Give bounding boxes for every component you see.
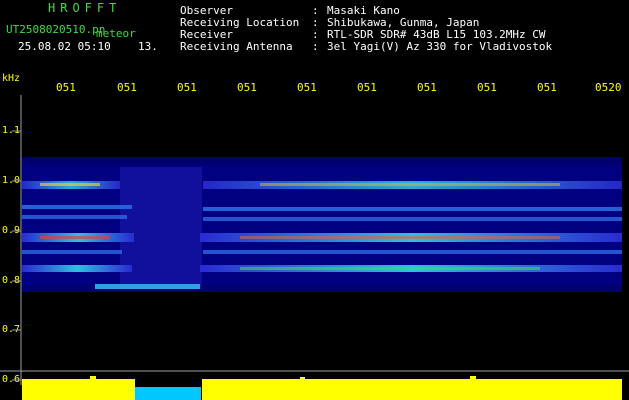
time-tick-label: 051	[477, 81, 497, 94]
spectrogram-window: HROFFT UT2508020510.pn meteor 25.08.02 0…	[0, 0, 629, 400]
power-strip-peak	[300, 377, 305, 380]
power-strip-gap	[135, 387, 201, 400]
band-820hz	[22, 265, 132, 272]
antenna-value: 3el Yagi(V) Az 330 for Vladivostok	[327, 40, 553, 53]
info-colon: :	[312, 40, 319, 53]
antenna-label: Receiving Antenna	[180, 40, 293, 53]
signal-hotspot	[240, 267, 540, 270]
power-strip-peak	[90, 376, 96, 380]
time-tick-label: 051	[177, 81, 197, 94]
signal-hotspot	[40, 183, 100, 186]
time-tick-label: 051	[357, 81, 377, 94]
band-930hz	[203, 217, 622, 221]
band-950hz	[203, 207, 622, 211]
time-tick-label: 051	[537, 81, 557, 94]
time-tick-label: 051	[56, 81, 76, 94]
time-tick-label: 051	[417, 81, 437, 94]
time-tick-label: 051	[237, 81, 257, 94]
power-strip	[202, 379, 622, 400]
signal-hotspot	[40, 236, 110, 239]
signal-hotspot	[260, 183, 560, 186]
band-840hz	[22, 250, 122, 254]
power-strip-peak	[470, 376, 476, 380]
count-value: 13.	[138, 40, 158, 53]
frequency-unit-label: kHz	[2, 73, 21, 84]
spectrogram-plot	[0, 95, 629, 400]
file-name: UT2508020510.pn	[6, 23, 106, 36]
power-strip	[22, 379, 135, 400]
interference-zone	[120, 167, 202, 287]
frequency-axis	[12, 95, 22, 385]
band-930hz	[22, 215, 127, 219]
file-tag: meteor	[96, 27, 136, 40]
band-840hz	[203, 250, 622, 254]
app-title: HROFFT	[48, 1, 122, 15]
time-tick-label: 051	[297, 81, 317, 94]
time-tick-label: 051	[117, 81, 137, 94]
band-950hz	[22, 205, 132, 209]
time-stamp: 25.08.02 05:10	[18, 40, 111, 53]
band-780hz	[95, 284, 200, 289]
time-tick-label: 0520	[595, 81, 622, 94]
signal-hotspot	[240, 236, 560, 239]
